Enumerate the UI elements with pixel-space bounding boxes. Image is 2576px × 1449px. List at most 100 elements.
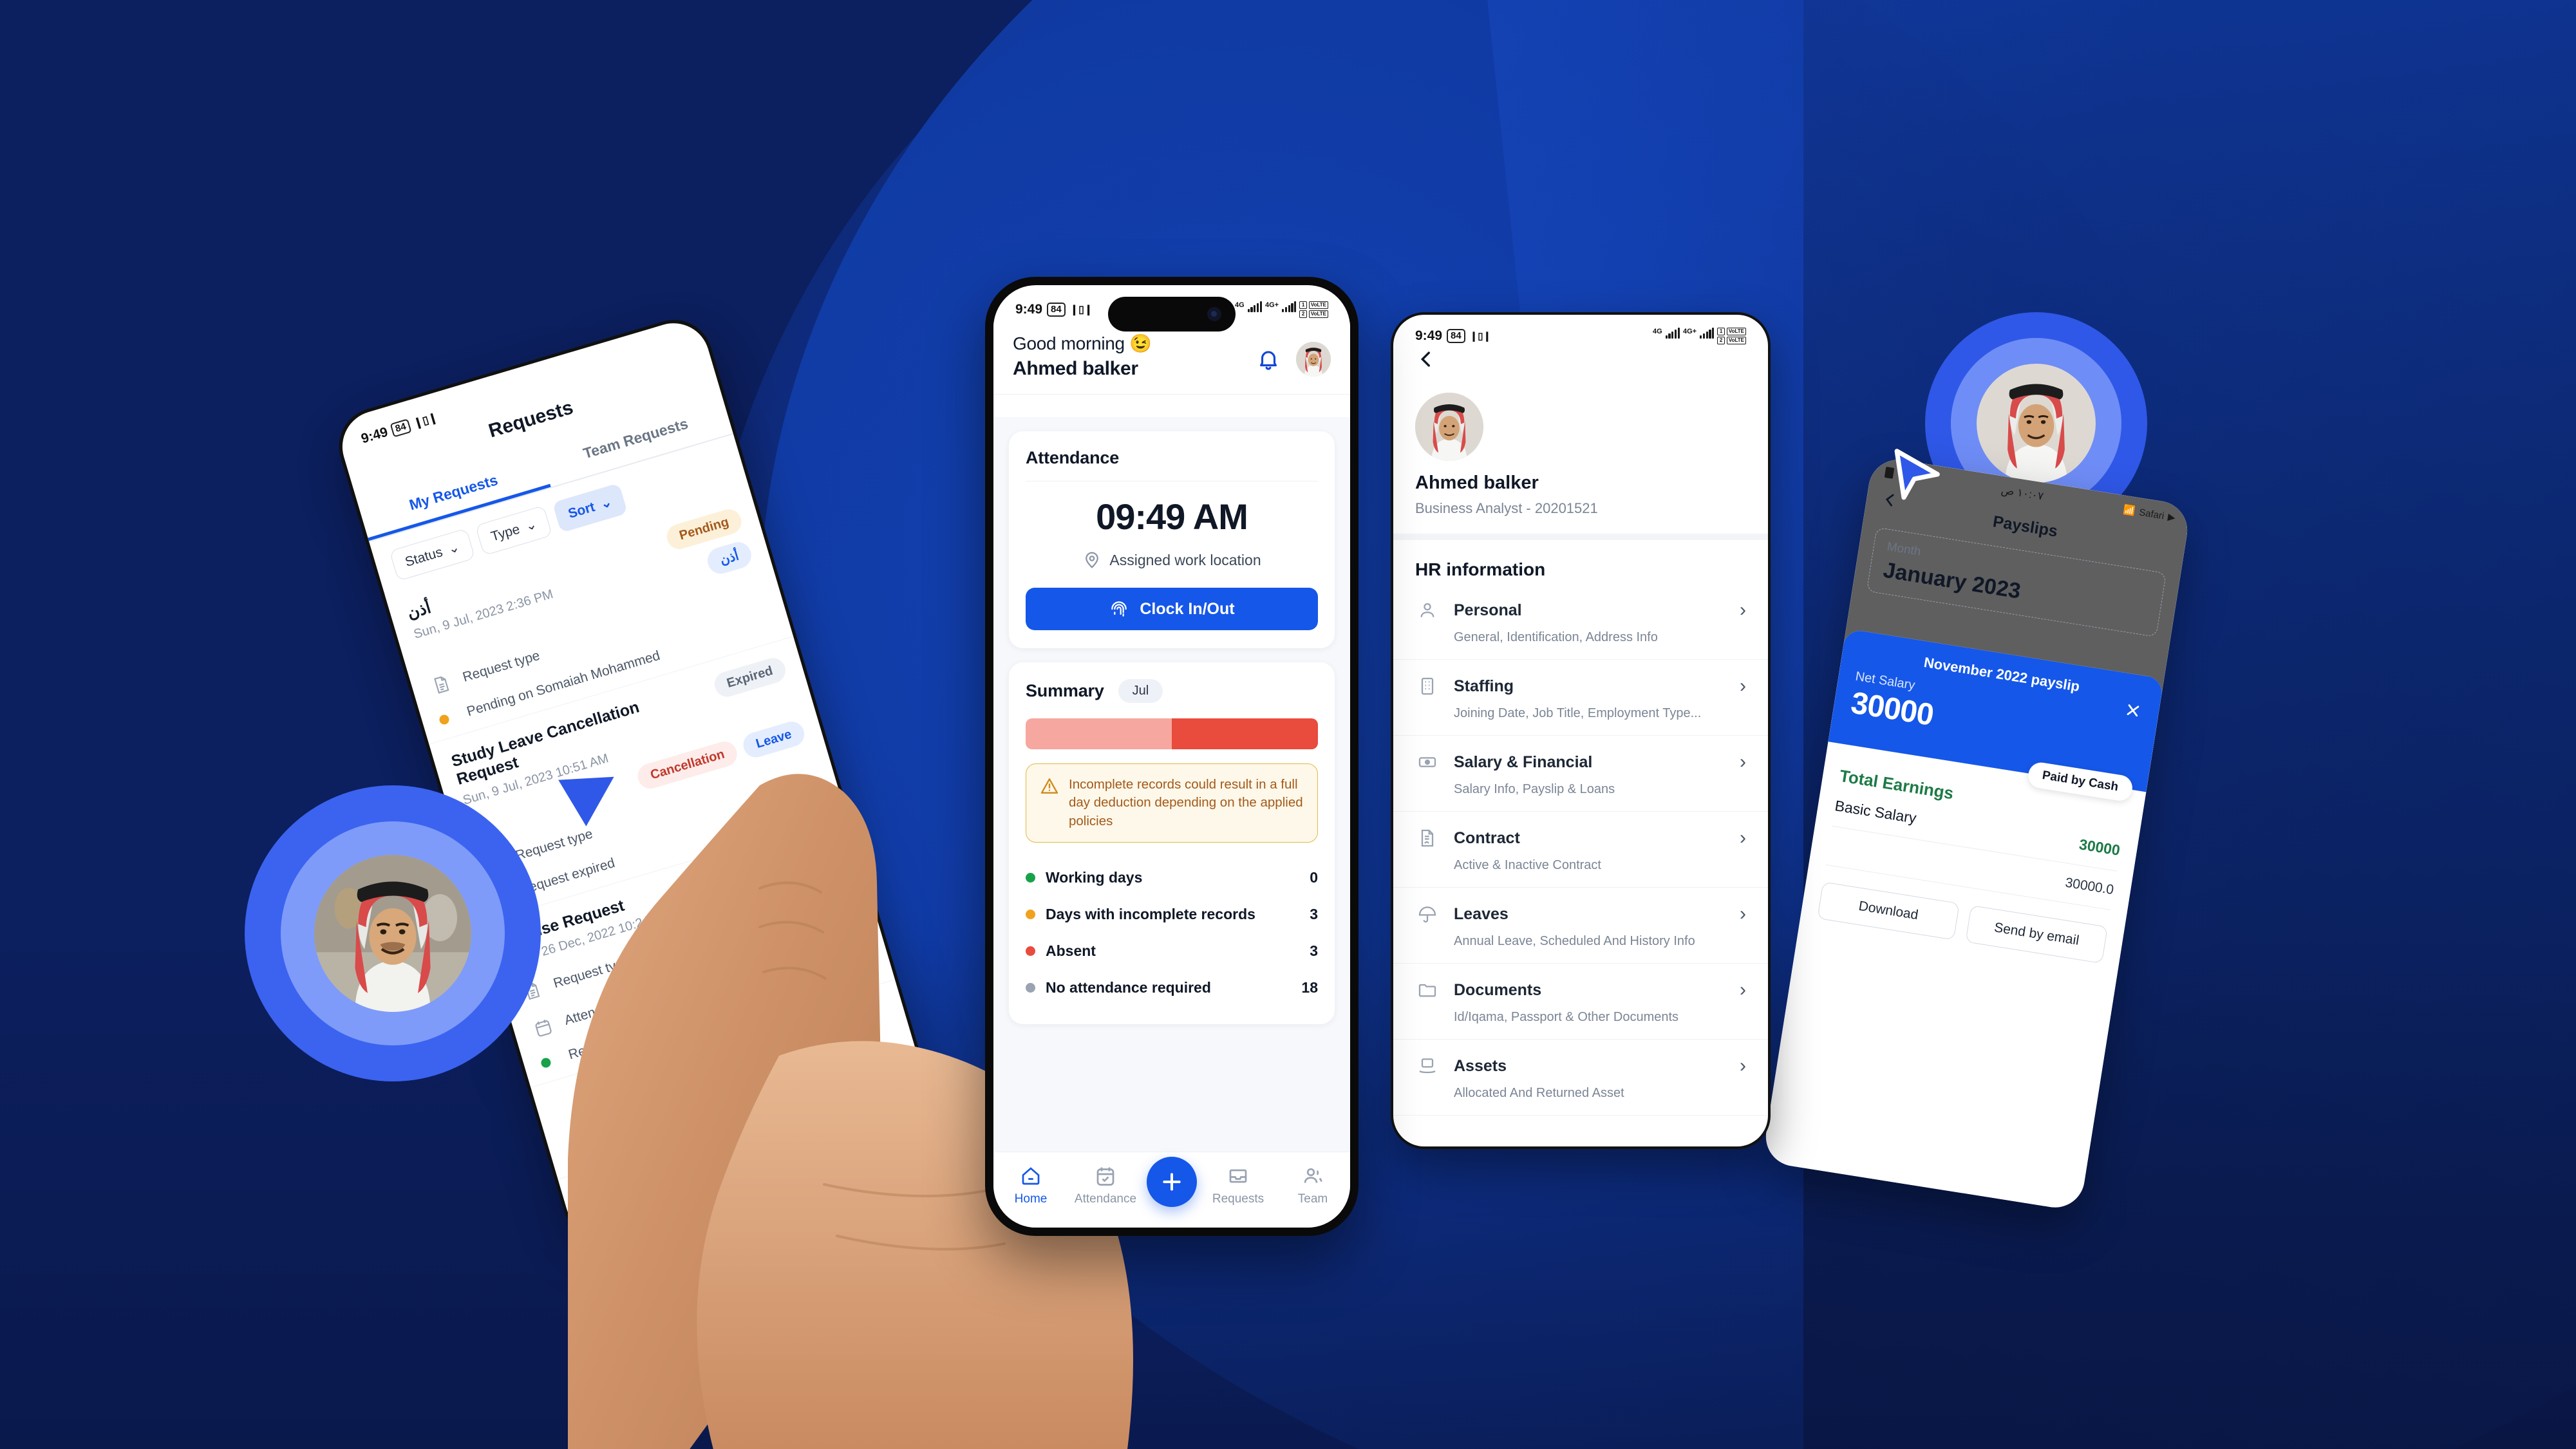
filter-type-label: Type	[489, 521, 522, 545]
volte-indicator: VoLTE	[1308, 301, 1328, 309]
attendance-card: Attendance 09:49 AM Assigned work locati…	[1009, 431, 1335, 648]
hr-item-salary-financial[interactable]: Salary & Financial › Salary Info, Paysli…	[1393, 736, 1768, 812]
avatar-illustration	[314, 855, 471, 1012]
nav-attendance-label: Attendance	[1074, 1192, 1137, 1206]
attendance-title: Attendance	[1026, 448, 1120, 467]
section-title: HR information	[1415, 559, 1546, 579]
signal-bars-icon	[1282, 301, 1297, 312]
hr-item-staffing[interactable]: Staffing › Joining Date, Job Title, Empl…	[1393, 660, 1768, 736]
hr-item-label: Contract	[1454, 828, 1520, 847]
hr-item-label: Leaves	[1454, 904, 1509, 923]
play-icon: ▶	[2167, 511, 2176, 524]
hr-item-sub: Id/Iqama, Passport & Other Documents	[1454, 1010, 1679, 1024]
section-divider	[1393, 534, 1768, 540]
greeting-text: Good morning	[1013, 333, 1125, 353]
nav-team[interactable]: Team	[1279, 1164, 1346, 1206]
nav-home[interactable]: Home	[997, 1164, 1064, 1206]
download-button[interactable]: Download	[1817, 881, 1960, 940]
chevron-down-icon: ⌄	[446, 539, 462, 557]
sim-1-indicator: 1	[1299, 301, 1307, 309]
summary-card: Summary Jul Incomplete records could res…	[1009, 662, 1335, 1024]
bar-segment-incomplete	[1026, 718, 1172, 749]
hr-item-contract[interactable]: Contract › Active & Inactive Contract	[1393, 812, 1768, 888]
add-button[interactable]	[1147, 1156, 1197, 1207]
filter-type[interactable]: Type ⌄	[475, 505, 553, 556]
notifications-button[interactable]	[1254, 344, 1283, 374]
network-type-1: 4G	[1652, 328, 1662, 335]
chevron-down-icon: ⌄	[523, 516, 539, 534]
type-badge: أذن	[704, 539, 755, 577]
home-header: Good morning 😉 Ahmed balker	[993, 321, 1350, 395]
legend-value: 3	[1310, 942, 1318, 959]
legend-label: Working days	[1046, 868, 1143, 886]
filter-sort[interactable]: Sort ⌄	[552, 483, 628, 533]
network-type-2: 4G+	[1264, 301, 1279, 309]
hr-information-phone: 9:49 84 ❙▯❙ 4G 4G+ 1 VoLTE 2 VoLTE Ahmed…	[1391, 312, 1771, 1149]
home-screen: 9:49 84 ❙▯❙ 4G 4G+ 1 VoLTE 2 VoLTE Good …	[993, 285, 1350, 1228]
volte-indicator: VoLTE	[1726, 328, 1746, 335]
legend-label: Days with incomplete records	[1046, 905, 1255, 922]
document-icon	[426, 669, 456, 700]
map-pin-icon	[1086, 552, 1099, 568]
nav-requests[interactable]: Requests	[1205, 1164, 1272, 1206]
status-badge: Expired	[711, 655, 789, 700]
legend-value: 0	[1310, 868, 1318, 886]
status-time: 9:49	[1415, 328, 1443, 343]
plus-icon	[1163, 1172, 1181, 1191]
greeting-row: Good morning 😉	[1013, 333, 1152, 354]
volte-indicator: VoLTE	[1726, 337, 1746, 344]
hr-item-personal[interactable]: Personal › General, Identification, Addr…	[1393, 584, 1768, 660]
avatar[interactable]	[1296, 342, 1331, 377]
hr-item-assets[interactable]: Assets › Allocated And Returned Asset	[1393, 1040, 1768, 1116]
bell-icon	[1260, 351, 1277, 370]
status-time: 9:49	[1015, 302, 1043, 317]
clock-in-out-label: Clock In/Out	[1140, 599, 1235, 618]
summary-title: Summary	[1026, 681, 1104, 700]
cursor-triangle-icon	[1886, 444, 1944, 502]
clock-in-out-button[interactable]: Clock In/Out	[1026, 588, 1318, 630]
send-by-email-button[interactable]: Send by email	[1965, 905, 2108, 964]
calendar-icon	[528, 1013, 558, 1043]
signal-bars-icon	[1665, 328, 1680, 339]
nav-requests-label: Requests	[1212, 1192, 1264, 1206]
cursor-triangle-icon	[554, 766, 631, 843]
legend-dot	[1026, 946, 1035, 956]
chevron-right-icon: ›	[1740, 675, 1746, 696]
bar-segment-absent	[1172, 718, 1318, 749]
earnings-total-value: 30000.0	[2064, 875, 2115, 898]
umbrella-icon	[1415, 902, 1440, 926]
home-phone: 9:49 84 ❙▯❙ 4G 4G+ 1 VoLTE 2 VoLTE Good …	[985, 277, 1359, 1236]
battery-indicator: 84	[390, 418, 412, 438]
page-title: Payslips	[1991, 512, 2059, 541]
hr-item-label: Staffing	[1454, 677, 1514, 695]
month-filter[interactable]: Jul	[1118, 679, 1163, 703]
person-icon	[1415, 598, 1440, 622]
back-button[interactable]	[1415, 348, 1746, 375]
close-button[interactable]	[2122, 700, 2143, 725]
user-name: Ahmed balker	[1415, 472, 1539, 493]
legend-dot	[1026, 982, 1035, 993]
hr-item-label: Assets	[1454, 1056, 1507, 1075]
avatar-illustration	[1296, 342, 1331, 377]
hr-item-documents[interactable]: Documents › Id/Iqama, Passport & Other D…	[1393, 964, 1768, 1040]
hr-item-sub: Annual Leave, Scheduled And History Info	[1454, 934, 1695, 948]
request-type-label: Request type	[460, 648, 542, 685]
volte-indicator: VoLTE	[1308, 310, 1328, 318]
summary-header: Summary Jul	[1026, 679, 1318, 703]
contract-icon	[1415, 826, 1440, 850]
summary-legend: Working days 0 Days with incomplete reco…	[1026, 859, 1318, 1006]
building-icon	[1415, 674, 1440, 698]
chevron-right-icon: ›	[1740, 599, 1746, 621]
user-name: Ahmed balker	[1013, 358, 1138, 379]
hr-item-label: Documents	[1454, 980, 1542, 999]
legend-dot	[1026, 909, 1035, 919]
bottom-nav: Home Attendance Requests Team	[993, 1152, 1350, 1228]
nav-attendance[interactable]: Attendance	[1072, 1164, 1139, 1206]
vibrate-icon: ❙▯❙	[1469, 331, 1492, 342]
signal-bars-icon	[1700, 328, 1715, 339]
battery-indicator: 84	[1047, 303, 1066, 317]
chevron-right-icon: ›	[1740, 751, 1746, 772]
legend-label: No attendance required	[1046, 978, 1211, 996]
hr-item-sub: General, Identification, Address Info	[1454, 630, 1658, 644]
hr-item-leaves[interactable]: Leaves › Annual Leave, Scheduled And His…	[1393, 888, 1768, 964]
